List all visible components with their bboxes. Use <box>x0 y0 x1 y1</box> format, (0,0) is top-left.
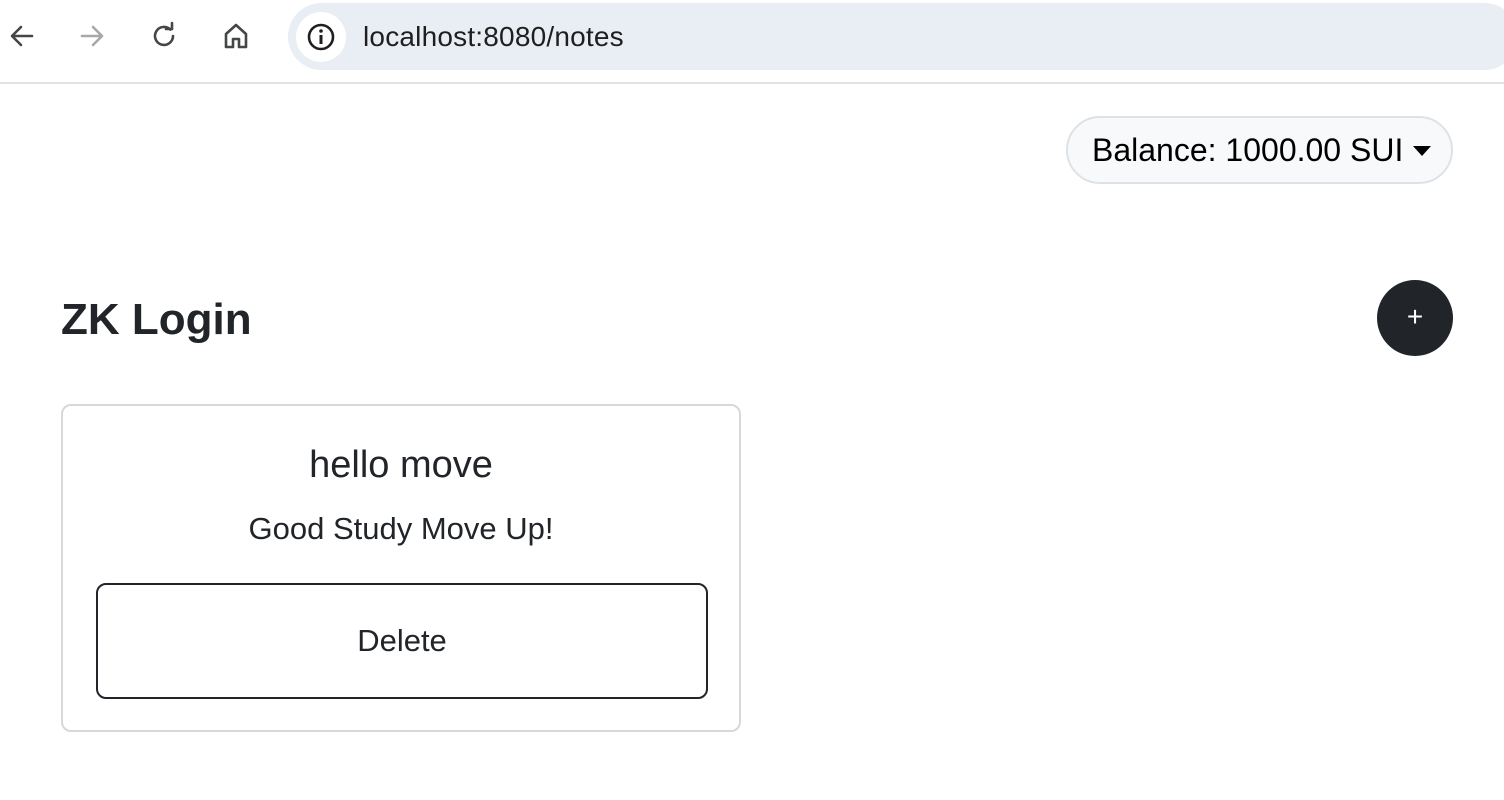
url-text[interactable]: localhost:8080/notes <box>363 21 624 53</box>
arrow-left-icon <box>10 25 34 47</box>
note-body: Good Study Move Up! <box>248 511 554 546</box>
reload-icon <box>153 21 175 47</box>
site-info-button[interactable] <box>296 12 346 62</box>
back-button[interactable] <box>0 14 44 58</box>
page-title: ZK Login <box>61 295 252 344</box>
balance-label: Balance: 1000.00 SUI <box>1092 131 1404 168</box>
forward-button[interactable] <box>70 14 114 58</box>
balance-dropdown[interactable]: Balance: 1000.00 SUI <box>1066 116 1453 184</box>
plus-icon: + <box>1406 300 1424 332</box>
add-note-button[interactable]: + <box>1377 280 1453 356</box>
info-icon <box>307 23 335 51</box>
note-title: hello move <box>309 444 493 486</box>
home-button[interactable] <box>214 14 258 58</box>
home-icon <box>224 23 248 49</box>
reload-button[interactable] <box>142 14 186 58</box>
note-card: hello move Good Study Move Up! Delete <box>61 404 741 732</box>
address-bar[interactable]: localhost:8080/notes <box>288 3 1504 70</box>
delete-button[interactable]: Delete <box>96 583 708 699</box>
caret-down-icon <box>1413 146 1432 156</box>
arrow-right-icon <box>80 25 104 47</box>
browser-toolbar: localhost:8080/notes <box>0 0 1504 84</box>
